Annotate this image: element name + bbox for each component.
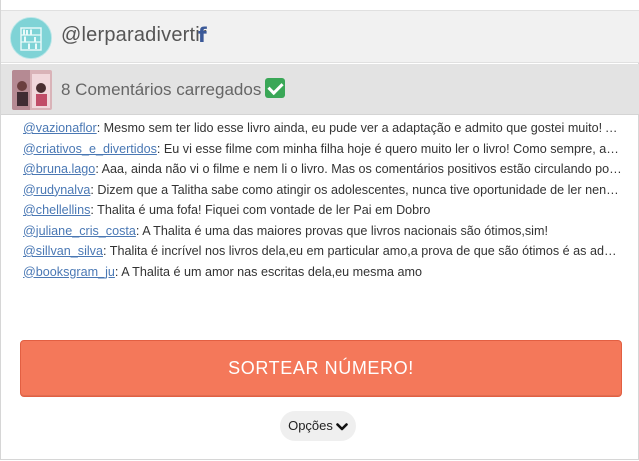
comments-list: @vazionaflor: Mesmo sem ter lido esse li… [23, 118, 623, 282]
comment-username-link[interactable]: @booksgram_ju [23, 265, 115, 279]
post-thumbnail [12, 70, 52, 110]
comments-loaded-status: 8 Comentários carregados [61, 78, 286, 100]
comment-username-link[interactable]: @bruna.lago [23, 162, 95, 176]
comment-item: @juliane_cris_costa: A Thalita é uma das… [23, 221, 623, 242]
facebook-icon[interactable]: f [198, 25, 210, 45]
top-spacer [1, 0, 639, 10]
check-mark-icon [265, 78, 286, 98]
app-frame: @lerparadivertir f 8 Comentários carrega… [0, 0, 639, 460]
comment-username-link[interactable]: @rudynalva [23, 183, 90, 197]
comment-username-link[interactable]: @sillvan_silva [23, 244, 103, 258]
comment-text: : Mesmo sem ter lido esse livro ainda, e… [96, 121, 623, 135]
comment-username-link[interactable]: @criativos_e_divertidos [23, 142, 157, 156]
profile-header: @lerparadivertir f [1, 10, 639, 63]
bookshelf-avatar-icon [11, 18, 51, 58]
comment-item: @chellellins: Thalita é uma fofa! Fiquei… [23, 200, 623, 221]
comment-username-link[interactable]: @juliane_cris_costa [23, 224, 136, 238]
comment-text: : Dizem que a Talitha sabe como atingir … [90, 182, 623, 197]
comment-text: : Eu vi esse filme com minha filha hoje … [156, 141, 623, 156]
comments-loaded-label: 8 Comentários carregados [61, 80, 262, 99]
comment-text: : Aaa, ainda não vi o filme e nem li o l… [95, 162, 623, 176]
comment-text: : Thalita é uma fofa! Fiquei com vontade… [90, 203, 431, 217]
comment-text: : A Thalita é um amor nas escritas dela,… [114, 264, 422, 279]
post-photo-icon [12, 70, 52, 110]
comment-item: @criativos_e_divertidos: Eu vi esse film… [23, 139, 623, 160]
chevron-down-icon [336, 423, 348, 431]
options-label: Opções [288, 418, 333, 433]
draw-number-button[interactable]: SORTEAR NÚMERO! [20, 340, 622, 397]
comment-item: @vazionaflor: Mesmo sem ter lido esse li… [23, 118, 623, 139]
profile-handle[interactable]: @lerparadivertir [61, 24, 207, 47]
comment-username-link[interactable]: @chellellins [23, 203, 90, 217]
comment-username-link[interactable]: @vazionaflor [23, 121, 97, 135]
profile-avatar [10, 17, 52, 59]
comment-item: @sillvan_silva: Thalita é incrível nos l… [23, 241, 623, 262]
comment-text: : Thalita é incrível nos livros dela,eu … [102, 244, 623, 258]
post-header: 8 Comentários carregados [1, 64, 639, 115]
options-button[interactable]: Opções [280, 411, 356, 441]
comment-item: @rudynalva: Dizem que a Talitha sabe com… [23, 180, 623, 201]
comment-item: @booksgram_ju: A Thalita é um amor nas e… [23, 262, 623, 283]
comment-text: : A Thalita é uma das maiores provas que… [135, 223, 548, 238]
comment-item: @bruna.lago: Aaa, ainda não vi o filme e… [23, 159, 623, 180]
